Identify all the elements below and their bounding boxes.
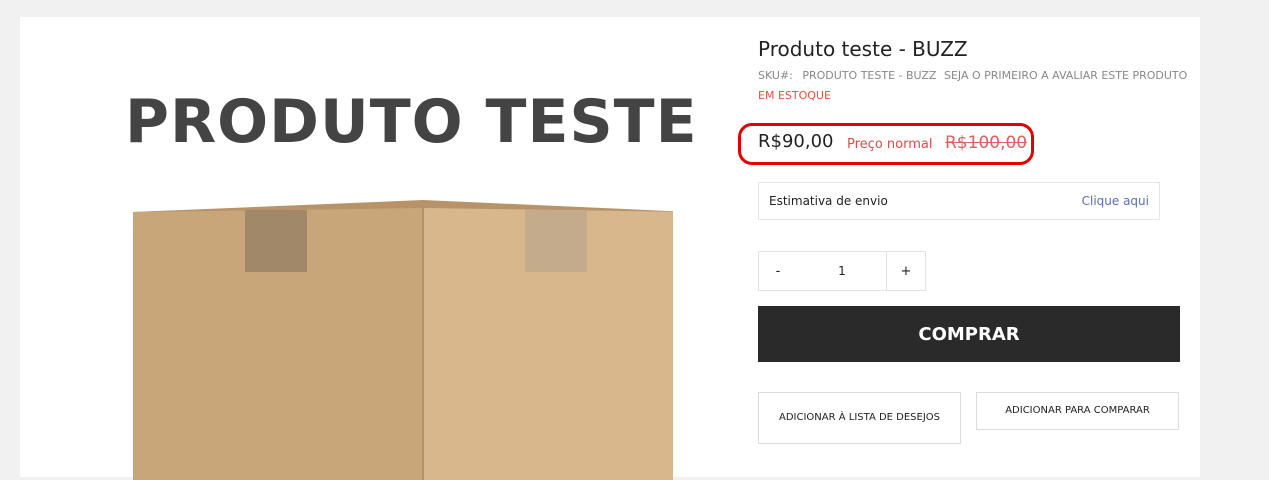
add-to-compare-button[interactable]: ADICIONAR PARA COMPARAR: [976, 392, 1179, 430]
buy-button[interactable]: COMPRAR: [758, 306, 1180, 362]
product-image[interactable]: PRODUTO TESTE: [95, 87, 695, 480]
old-price: R$100,00: [945, 133, 1028, 153]
quantity-input[interactable]: 1: [797, 251, 887, 291]
shipping-link[interactable]: Clique aqui: [1082, 194, 1149, 208]
quantity-increase-button[interactable]: +: [886, 251, 926, 291]
add-to-wishlist-button[interactable]: ADICIONAR À LISTA DE DESEJOS: [758, 392, 961, 444]
product-card: PRODUTO TESTE Produto teste - BUZZ SKU#:…: [20, 17, 1200, 480]
current-price: R$90,00: [758, 131, 834, 152]
product-title: Produto teste - BUZZ: [758, 37, 968, 61]
product-meta: SKU#: PRODUTO TESTE - BUZZ SEJA O PRIMEI…: [758, 69, 1187, 82]
shipping-label: Estimativa de envio: [769, 194, 888, 208]
sku-label: SKU#:: [758, 69, 793, 82]
quantity-stepper: - 1 +: [758, 251, 926, 291]
sku-value: PRODUTO TESTE - BUZZ: [802, 69, 937, 82]
review-link[interactable]: SEJA O PRIMEIRO A AVALIAR ESTE PRODUTO: [944, 69, 1187, 82]
cardboard-box-illustration: [133, 200, 673, 480]
stock-status: EM ESTOQUE: [758, 89, 831, 102]
quantity-decrease-button[interactable]: -: [758, 251, 798, 291]
old-price-label: Preço normal: [847, 137, 933, 152]
shipping-estimate: Estimativa de envio Clique aqui: [758, 182, 1160, 220]
product-image-caption: PRODUTO TESTE: [125, 87, 695, 157]
